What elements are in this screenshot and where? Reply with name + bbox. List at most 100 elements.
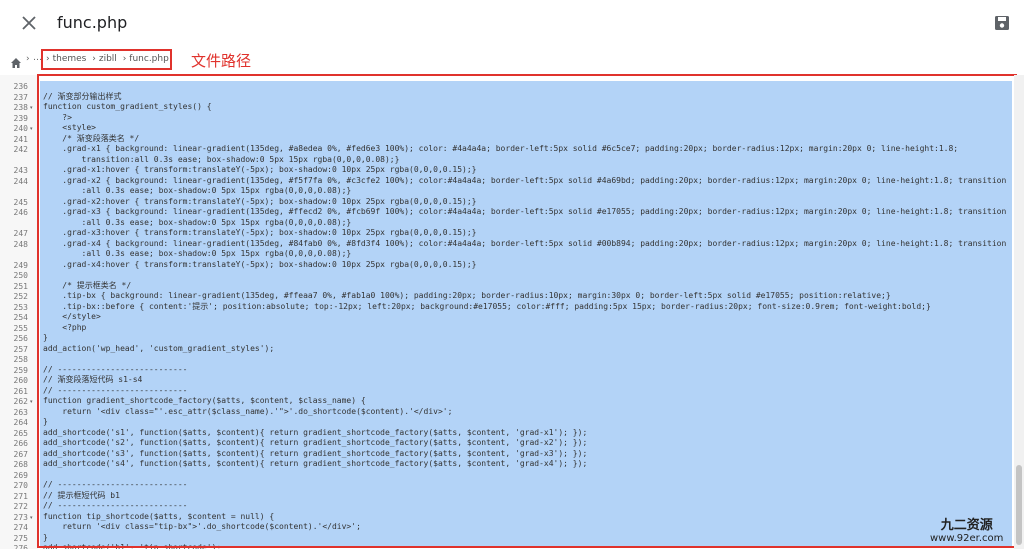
- code-line: .grad-x4:hover { transform:translateY(-5…: [43, 259, 477, 269]
- code-line: .grad-x1:hover { transform:translateY(-5…: [43, 165, 477, 174]
- watermark-url: www.92er.com: [930, 533, 1004, 544]
- code-line: return '<div class="tip-bx">'.do_shortco…: [43, 522, 361, 531]
- line-number: 274: [13, 523, 28, 532]
- line-number: 242: [13, 145, 28, 154]
- close-icon[interactable]: [18, 12, 40, 34]
- code-line: }: [43, 417, 48, 426]
- code-line: :all 0.3s ease; box-shadow:0 5px 15px rg…: [43, 249, 352, 258]
- breadcrumb-separator: ›: [122, 54, 127, 64]
- line-number: 249: [13, 260, 28, 270]
- line-number: 251: [13, 281, 28, 291]
- code-line: // ---------------------------: [43, 480, 188, 489]
- line-number: 260: [13, 376, 28, 385]
- line-number: 261: [13, 386, 28, 396]
- line-number: 271: [13, 491, 28, 501]
- code-line: .grad-x1 { background: linear-gradient(1…: [43, 144, 959, 153]
- line-number: 238: [13, 103, 28, 112]
- line-number: 244: [13, 176, 28, 186]
- line-number: 269: [13, 470, 28, 480]
- line-number: 248: [13, 239, 28, 249]
- line-number: 265: [13, 428, 28, 438]
- line-number: 237: [13, 92, 28, 102]
- code-line: add_shortcode('s1', function($atts, $con…: [43, 427, 588, 437]
- breadcrumb-separator: ›: [26, 54, 30, 64]
- code-line: .tip-bx::before { content:'提示'; position…: [43, 301, 931, 311]
- save-icon[interactable]: [992, 13, 1012, 33]
- code-line: // ---------------------------: [43, 364, 188, 374]
- line-number: 264: [13, 418, 28, 427]
- code-line: // ---------------------------: [43, 385, 188, 395]
- code-content[interactable]: // 渐变部分输出样式 function custom_gradient_styl…: [43, 81, 1011, 549]
- line-number: 247: [13, 229, 28, 238]
- line-number: 267: [13, 449, 28, 459]
- code-line: .grad-x3 { background: linear-gradient(1…: [43, 207, 1007, 216]
- line-number: 250: [13, 271, 28, 280]
- code-line: function gradient_shortcode_factory($att…: [43, 396, 366, 405]
- line-number: 253: [13, 302, 28, 312]
- code-line: :all 0.3s ease; box-shadow:0 5px 15px rg…: [43, 217, 352, 227]
- home-icon[interactable]: [10, 54, 22, 68]
- file-title: func.php: [57, 13, 128, 32]
- fold-toggle-icon[interactable]: ▾: [30, 103, 33, 114]
- code-line: transition:all 0.3s ease; box-shadow:0 5…: [43, 154, 400, 164]
- line-number: 268: [13, 460, 28, 469]
- line-number: 257: [13, 344, 28, 354]
- line-number: 276: [13, 544, 28, 549]
- editor-header: func.php: [0, 0, 1024, 46]
- code-line: .grad-x3:hover { transform:translateY(-5…: [43, 228, 477, 237]
- code-line: // 渐变段落短代码 s1-s4: [43, 375, 143, 384]
- scrollbar-thumb[interactable]: [1016, 465, 1022, 545]
- line-number: 262: [13, 397, 28, 406]
- code-line: // 渐变部分输出样式: [43, 91, 122, 101]
- line-number: 255: [13, 323, 28, 333]
- breadcrumb-item-themes[interactable]: themes: [53, 54, 87, 64]
- code-line: .grad-x2:hover { transform:translateY(-5…: [43, 196, 477, 206]
- code-line: :all 0.3s ease; box-shadow:0 5px 15px rg…: [43, 186, 352, 195]
- code-line: function custom_gradient_styles() {: [43, 102, 212, 111]
- fold-toggle-icon[interactable]: ▾: [30, 124, 33, 135]
- code-line: add_action('wp_head', 'custom_gradient_s…: [43, 343, 275, 353]
- line-number: 243: [13, 166, 28, 175]
- code-line: }: [43, 532, 48, 542]
- code-line: // ---------------------------: [43, 501, 188, 510]
- breadcrumb-item-zibll[interactable]: zibll: [99, 54, 117, 64]
- breadcrumb-separator: ›: [46, 54, 50, 64]
- line-number: 258: [13, 355, 28, 364]
- code-line: .tip-bx { background: linear-gradient(13…: [43, 291, 891, 300]
- code-line: function tip_shortcode($atts, $content =…: [43, 511, 275, 521]
- code-line: ?>: [43, 112, 72, 122]
- code-line: .grad-x4 { background: linear-gradient(1…: [43, 238, 1007, 248]
- code-line: add_shortcode('b1', 'tip_shortcode');: [43, 543, 222, 549]
- fold-toggle-icon[interactable]: ▾: [30, 513, 33, 524]
- code-line: add_shortcode('s3', function($atts, $con…: [43, 448, 588, 458]
- code-line: </style>: [43, 312, 101, 321]
- line-number: 270: [13, 481, 28, 490]
- code-line: /* 提示框类名 */: [43, 280, 132, 290]
- fold-toggle-icon[interactable]: ▾: [30, 397, 33, 408]
- line-number: 273: [13, 512, 28, 522]
- code-line: add_shortcode('s2', function($atts, $con…: [43, 438, 588, 447]
- code-line: add_shortcode('s4', function($atts, $con…: [43, 459, 588, 468]
- line-number: 245: [13, 197, 28, 207]
- line-number: 254: [13, 313, 28, 322]
- line-number: 275: [13, 533, 28, 543]
- code-line: <style>: [43, 123, 96, 132]
- line-number: 272: [13, 502, 28, 511]
- breadcrumb: › themes › zibll › func.php: [46, 54, 172, 64]
- line-number: 259: [13, 365, 28, 375]
- line-number: 240: [13, 124, 28, 133]
- breadcrumb-item-file[interactable]: func.php: [129, 54, 169, 64]
- line-number: 246: [13, 208, 28, 217]
- watermark-title: 九二资源: [940, 518, 993, 533]
- code-line: /* 渐变段落类名 */: [43, 133, 140, 143]
- line-number: 241: [13, 134, 28, 144]
- code-line: .grad-x2 { background: linear-gradient(1…: [43, 175, 1007, 185]
- code-line: }: [43, 333, 48, 342]
- line-number: 263: [13, 407, 28, 417]
- code-line: <?php: [43, 322, 87, 332]
- line-number: 239: [13, 113, 28, 123]
